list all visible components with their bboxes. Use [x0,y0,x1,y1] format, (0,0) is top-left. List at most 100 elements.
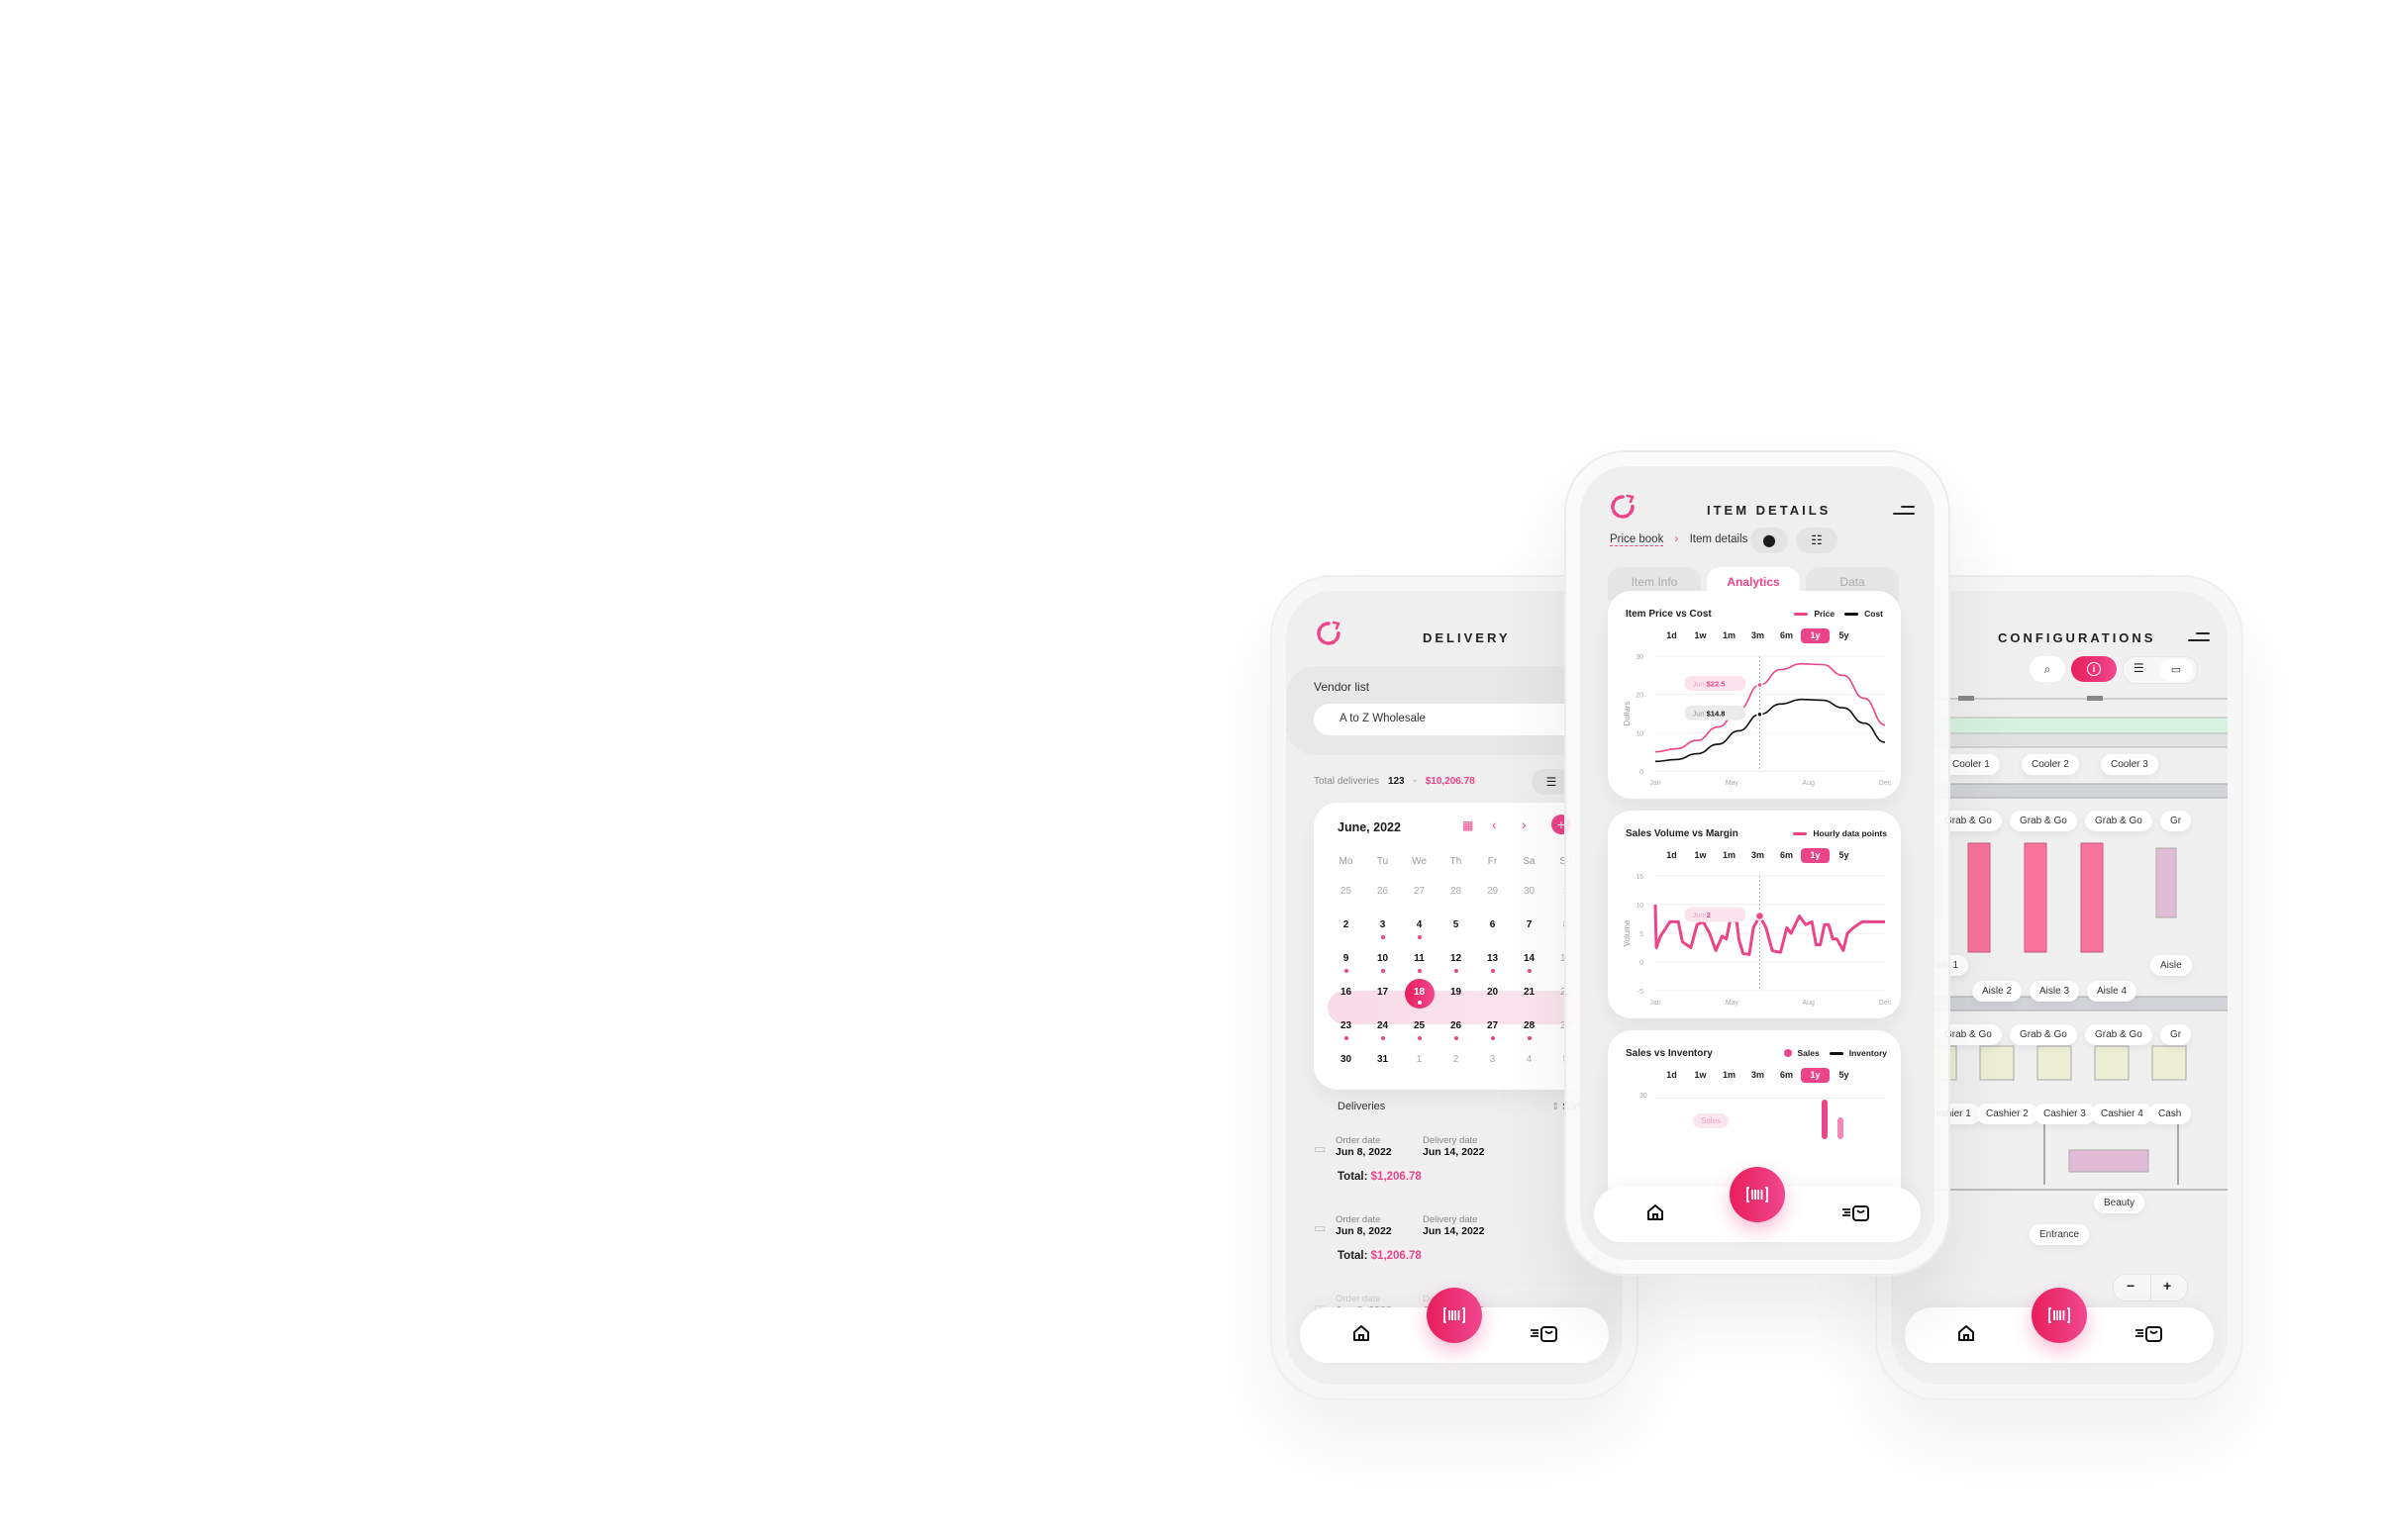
list-view-icon[interactable]: ☰ [2133,661,2144,675]
timeframe-1d[interactable]: 1d [1657,628,1686,643]
grab-go-label[interactable]: Grab & Go [2010,811,2077,831]
chevron-left-icon[interactable]: ‹ [1492,817,1497,832]
fast-cart-icon[interactable] [1841,1203,1871,1222]
entrance-label[interactable]: Entrance [2030,1224,2090,1245]
calendar-day[interactable]: 13 [1474,947,1511,981]
timeframe-1d[interactable]: 1d [1657,1068,1686,1083]
timeframe-3m[interactable]: 3m [1743,1068,1772,1083]
cashier-label[interactable]: Cashier 4 [2091,1104,2153,1124]
info-button[interactable]: i [2071,656,2117,682]
calendar-day[interactable]: 28 [1511,1014,1547,1048]
timeframe-6m[interactable]: 6m [1772,848,1801,863]
timeframe-1d[interactable]: 1d [1657,848,1686,863]
timeframe-5y[interactable]: 5y [1830,848,1858,863]
calendar-day[interactable]: 10 [1364,947,1401,981]
aisle-label[interactable]: Aisle 3 [2030,981,2080,1002]
search-button[interactable]: ⌕ [2030,656,2065,682]
cashier-label[interactable]: Cash [2148,1104,2192,1124]
chevron-right-icon[interactable]: › [1522,817,1527,832]
calendar-day[interactable]: 2 [1328,914,1364,947]
home-icon[interactable] [1645,1203,1665,1222]
menu-icon[interactable] [2188,632,2210,642]
menu-icon[interactable] [1893,506,1915,516]
calendar-day[interactable]: 17 [1364,981,1401,1014]
grab-go-label[interactable]: Grab & Go [2085,1024,2152,1045]
timeframe-1w[interactable]: 1w [1686,628,1715,643]
calendar-day[interactable]: 27 [1474,1014,1511,1048]
beauty-label[interactable]: Beauty [2094,1193,2145,1213]
calendar-day[interactable]: 1 [1401,1048,1438,1082]
aisle-label[interactable]: Aisle 4 [2087,981,2137,1002]
timeframe-6m[interactable]: 6m [1772,628,1801,643]
scan-button[interactable] [1730,1167,1785,1222]
calendar-day[interactable]: 4 [1401,914,1438,947]
calendar-day[interactable]: 19 [1438,981,1474,1014]
filters-button[interactable]: ☷ [1796,528,1837,553]
timeframe-1y[interactable]: 1y [1801,1068,1830,1083]
fast-cart-icon[interactable] [1530,1323,1559,1343]
calendar-day[interactable]: 26 [1364,880,1401,914]
calendar-day[interactable]: 5 [1438,914,1474,947]
home-icon[interactable] [1956,1323,1976,1343]
calendar-day[interactable]: 3 [1364,914,1401,947]
calendar-day[interactable]: 28 [1438,880,1474,914]
calendar-day[interactable]: 16 [1328,981,1364,1014]
timeframe-1m[interactable]: 1m [1715,628,1743,643]
calendar-day-number: 1 [1416,1054,1423,1065]
calendar-day[interactable]: 21 [1511,981,1547,1014]
grab-go-label[interactable]: Grab & Go [2010,1024,2077,1045]
cashier-label[interactable]: Cashier 2 [1976,1104,2038,1124]
map-view-icon[interactable]: ▭ [2159,659,2193,681]
calendar-day[interactable]: 31 [1364,1048,1401,1082]
timeframe-5y[interactable]: 5y [1830,1068,1858,1083]
calendar-day-selected[interactable]: 18 [1401,979,1438,1014]
calendar-icon[interactable]: ▦ [1462,818,1473,832]
timeframe-6m[interactable]: 6m [1772,1068,1801,1083]
timeframe-1m[interactable]: 1m [1715,848,1743,863]
calendar-day[interactable]: 30 [1328,1048,1364,1082]
calendar-day[interactable]: 23 [1328,1014,1364,1048]
calendar-day[interactable]: 9 [1328,947,1364,981]
calendar-day[interactable]: 27 [1401,880,1438,914]
timeframe-1m[interactable]: 1m [1715,1068,1743,1083]
home-icon[interactable] [1351,1323,1371,1343]
scan-button[interactable] [1427,1288,1482,1343]
breadcrumb-price-book[interactable]: Price book [1610,533,1664,546]
calendar-day[interactable]: 24 [1364,1014,1401,1048]
calendar-day[interactable]: 3 [1474,1048,1511,1082]
grab-go-label[interactable]: Gr [2160,811,2192,831]
cooler-label[interactable]: Cooler 3 [2101,754,2158,775]
zoom-out-button[interactable]: − [2127,1278,2134,1294]
timeframe-5y[interactable]: 5y [1830,628,1858,643]
calendar-day[interactable]: 2 [1438,1048,1474,1082]
grab-go-label[interactable]: Gr [2160,1024,2192,1045]
calendar-day[interactable]: 7 [1511,914,1547,947]
timeframe-1y[interactable]: 1y [1801,628,1830,643]
zoom-in-button[interactable]: + [2163,1278,2171,1294]
timeframe-3m[interactable]: 3m [1743,628,1772,643]
scan-button[interactable] [2032,1288,2087,1343]
calendar-day[interactable]: 14 [1511,947,1547,981]
timeframe-1w[interactable]: 1w [1686,848,1715,863]
calendar-day[interactable]: 20 [1474,981,1511,1014]
calendar-day[interactable]: 4 [1511,1048,1547,1082]
calendar-day[interactable]: 25 [1401,1014,1438,1048]
cashier-label[interactable]: Cashier 3 [2034,1104,2096,1124]
calendar-day[interactable]: 29 [1474,880,1511,914]
location-button[interactable]: ⬤ [1750,528,1788,553]
calendar-day[interactable]: 12 [1438,947,1474,981]
calendar-day[interactable]: 26 [1438,1014,1474,1048]
calendar-day[interactable]: 30 [1511,880,1547,914]
calendar-day[interactable]: 11 [1401,947,1438,981]
timeframe-1y[interactable]: 1y [1801,848,1830,863]
aisle-label[interactable]: Aisle [2150,955,2192,976]
timeframe-1w[interactable]: 1w [1686,1068,1715,1083]
cooler-label[interactable]: Cooler 1 [1942,754,2000,775]
cooler-label[interactable]: Cooler 2 [2022,754,2079,775]
aisle-label[interactable]: Aisle 2 [1972,981,2023,1002]
fast-cart-icon[interactable] [2134,1323,2164,1343]
timeframe-3m[interactable]: 3m [1743,848,1772,863]
calendar-day[interactable]: 6 [1474,914,1511,947]
grab-go-label[interactable]: Grab & Go [2085,811,2152,831]
calendar-day[interactable]: 25 [1328,880,1364,914]
